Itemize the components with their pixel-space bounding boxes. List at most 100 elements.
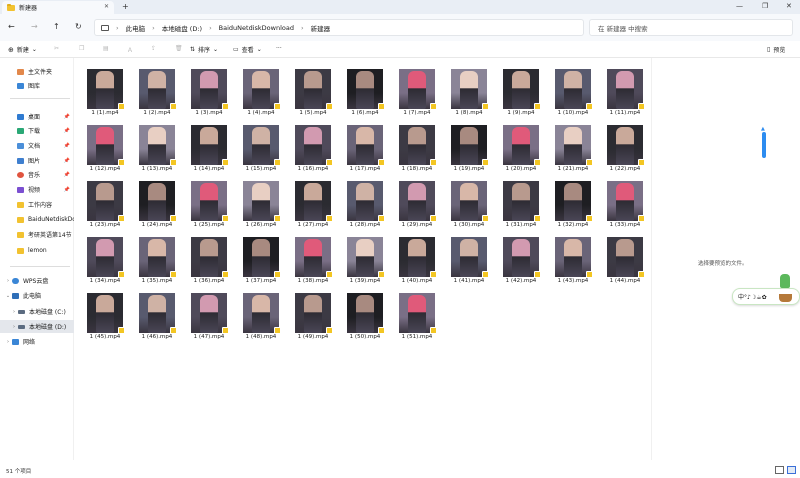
file-item[interactable]: 1 (50).mp4 [342,288,388,342]
file-item[interactable]: 1 (14).mp4 [186,120,232,174]
file-item[interactable]: 1 (42).mp4 [498,232,544,286]
new-button[interactable]: ⊕ 新建 ⌄ [8,45,37,55]
file-item[interactable]: 1 (19).mp4 [446,120,492,174]
file-item[interactable]: 1 (3).mp4 [186,64,232,118]
file-item[interactable]: 1 (17).mp4 [342,120,388,174]
chevron-right-icon[interactable]: › [4,278,12,284]
file-item[interactable]: 1 (7).mp4 [394,64,440,118]
sidebar-item-gallery[interactable]: 图库 [0,79,74,92]
file-item[interactable]: 1 (37).mp4 [238,232,284,286]
sidebar-item-pictures[interactable]: 图片 📌 [0,154,74,167]
file-item[interactable]: 1 (32).mp4 [550,176,596,230]
copy-icon[interactable]: ❐ [79,45,84,52]
file-item[interactable]: 1 (34).mp4 [82,232,128,286]
sidebar-item-this-pc[interactable]: ⌄ 此电脑 [0,289,74,302]
file-item[interactable]: 1 (27).mp4 [290,176,336,230]
file-item[interactable]: 1 (15).mp4 [238,120,284,174]
chevron-right-icon[interactable]: › [10,324,18,330]
file-item[interactable]: 1 (29).mp4 [394,176,440,230]
sidebar-item-home[interactable]: 主文件夹 [0,65,74,78]
address-bar[interactable]: › 此电脑 › 本地磁盘 (D:) › BaiduNetdiskDownload… [94,19,584,36]
file-item[interactable]: 1 (33).mp4 [602,176,648,230]
details-view-icon[interactable] [775,466,784,474]
scrollbar-thumb[interactable] [762,132,766,158]
file-item[interactable]: 1 (45).mp4 [82,288,128,342]
file-item[interactable]: 1 (39).mp4 [342,232,388,286]
preview-button[interactable]: ▯ 预览 [767,45,785,54]
sidebar-item-documents[interactable]: 文档 📌 [0,139,74,152]
cut-icon[interactable]: ✂ [54,45,59,52]
file-item[interactable]: 1 (21).mp4 [550,120,596,174]
thumbnail-view-icon[interactable] [787,466,796,474]
file-item[interactable]: 1 (31).mp4 [498,176,544,230]
file-item[interactable]: 1 (12).mp4 [82,120,128,174]
file-item[interactable]: 1 (38).mp4 [290,232,336,286]
file-item[interactable]: 1 (2).mp4 [134,64,180,118]
maximize-button[interactable]: ❐ [762,2,768,10]
sidebar-item-videos[interactable]: 视频 📌 [0,183,74,196]
file-item[interactable]: 1 (1).mp4 [82,64,128,118]
search-box[interactable]: 在 新建器 中搜索 [589,19,793,36]
file-item[interactable]: 1 (24).mp4 [134,176,180,230]
chevron-right-icon[interactable]: › [10,309,18,315]
file-item[interactable]: 1 (6).mp4 [342,64,388,118]
file-item[interactable]: 1 (22).mp4 [602,120,648,174]
paste-icon[interactable]: ▤ [103,45,109,52]
breadcrumb-this-pc[interactable]: 此电脑 [126,23,146,33]
file-item[interactable]: 1 (23).mp4 [82,176,128,230]
view-button[interactable]: ▭ 查看 ⌄ [233,45,262,54]
sidebar-item-drive-d[interactable]: › 本地磁盘 (D:) [0,320,74,333]
file-item[interactable]: 1 (46).mp4 [134,288,180,342]
sidebar-item-wps[interactable]: › WPS云盘 [0,274,74,287]
file-item[interactable]: 1 (49).mp4 [290,288,336,342]
breadcrumb-drive-d[interactable]: 本地磁盘 (D:) [162,23,202,33]
tab-close-icon[interactable]: ✕ [104,3,109,10]
file-item[interactable]: 1 (30).mp4 [446,176,492,230]
file-item[interactable]: 1 (47).mp4 [186,288,232,342]
file-item[interactable]: 1 (11).mp4 [602,64,648,118]
file-item[interactable]: 1 (25).mp4 [186,176,232,230]
delete-icon[interactable]: 🗑 [175,45,183,52]
sidebar-item-downloads[interactable]: 下载 📌 [0,124,74,137]
file-item[interactable]: 1 (10).mp4 [550,64,596,118]
sidebar-item-network[interactable]: › 网络 [0,335,74,348]
file-item[interactable]: 1 (36).mp4 [186,232,232,286]
file-item[interactable]: 1 (4).mp4 [238,64,284,118]
refresh-icon[interactable]: ↻ [75,22,82,31]
minimize-button[interactable]: — [736,2,743,10]
file-item[interactable]: 1 (16).mp4 [290,120,336,174]
breadcrumb-baidu[interactable]: BaiduNetdiskDownload [219,24,294,32]
sidebar-item-english[interactable]: 考研英语第14节 [0,228,74,241]
sidebar-item-music[interactable]: 音乐 📌 [0,168,74,181]
new-tab-button[interactable]: + [122,2,129,11]
sidebar-item-desktop[interactable]: 桌面 📌 [0,110,74,123]
file-item[interactable]: 1 (35).mp4 [134,232,180,286]
file-item[interactable]: 1 (26).mp4 [238,176,284,230]
sort-button[interactable]: ⇅ 排序 ⌄ [190,45,218,54]
more-options-button[interactable]: ··· [276,45,282,52]
rename-icon[interactable]: Ａ [127,45,133,54]
sidebar-item-work[interactable]: 工作内容 [0,198,74,211]
file-item[interactable]: 1 (28).mp4 [342,176,388,230]
forward-arrow-icon[interactable]: → [31,22,38,31]
tab-active[interactable]: 新建器 ✕ [2,1,114,14]
file-item[interactable]: 1 (40).mp4 [394,232,440,286]
sidebar-item-baidu[interactable]: BaiduNetdiskDow [0,213,74,226]
file-item[interactable]: 1 (20).mp4 [498,120,544,174]
sidebar-item-lemon[interactable]: lemon [0,244,74,257]
file-item[interactable]: 1 (8).mp4 [446,64,492,118]
file-item[interactable]: 1 (13).mp4 [134,120,180,174]
file-item[interactable]: 1 (44).mp4 [602,232,648,286]
file-item[interactable]: 1 (48).mp4 [238,288,284,342]
file-item[interactable]: 1 (18).mp4 [394,120,440,174]
file-item[interactable]: 1 (9).mp4 [498,64,544,118]
file-item[interactable]: 1 (5).mp4 [290,64,336,118]
back-arrow-icon[interactable]: ← [8,22,15,31]
close-window-button[interactable]: ✕ [786,2,792,10]
up-arrow-icon[interactable]: ↑ [53,22,60,31]
sidebar-item-drive-c[interactable]: › 本地磁盘 (C:) [0,305,74,318]
file-item[interactable]: 1 (43).mp4 [550,232,596,286]
breadcrumb-current[interactable]: 新建器 [311,23,331,33]
chevron-down-icon[interactable]: ⌄ [4,293,12,299]
file-item[interactable]: 1 (51).mp4 [394,288,440,342]
